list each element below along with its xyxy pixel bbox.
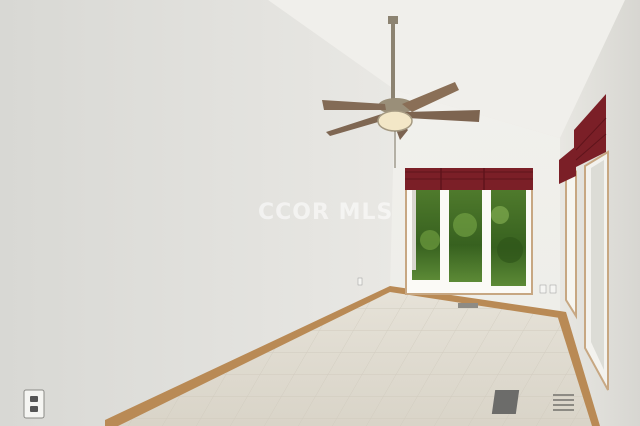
empty-room-photo: CCOR MLS <box>0 0 640 426</box>
back-window <box>405 185 533 295</box>
floor-vent-back <box>458 303 478 308</box>
wall-outlet-left <box>23 389 45 419</box>
wall-outlet-side <box>357 277 363 286</box>
wall-outlet-back-2 <box>549 284 557 294</box>
wall-outlet-back <box>539 284 547 294</box>
back-valance <box>405 168 533 190</box>
photo-watermark: CCOR MLS <box>258 200 394 225</box>
